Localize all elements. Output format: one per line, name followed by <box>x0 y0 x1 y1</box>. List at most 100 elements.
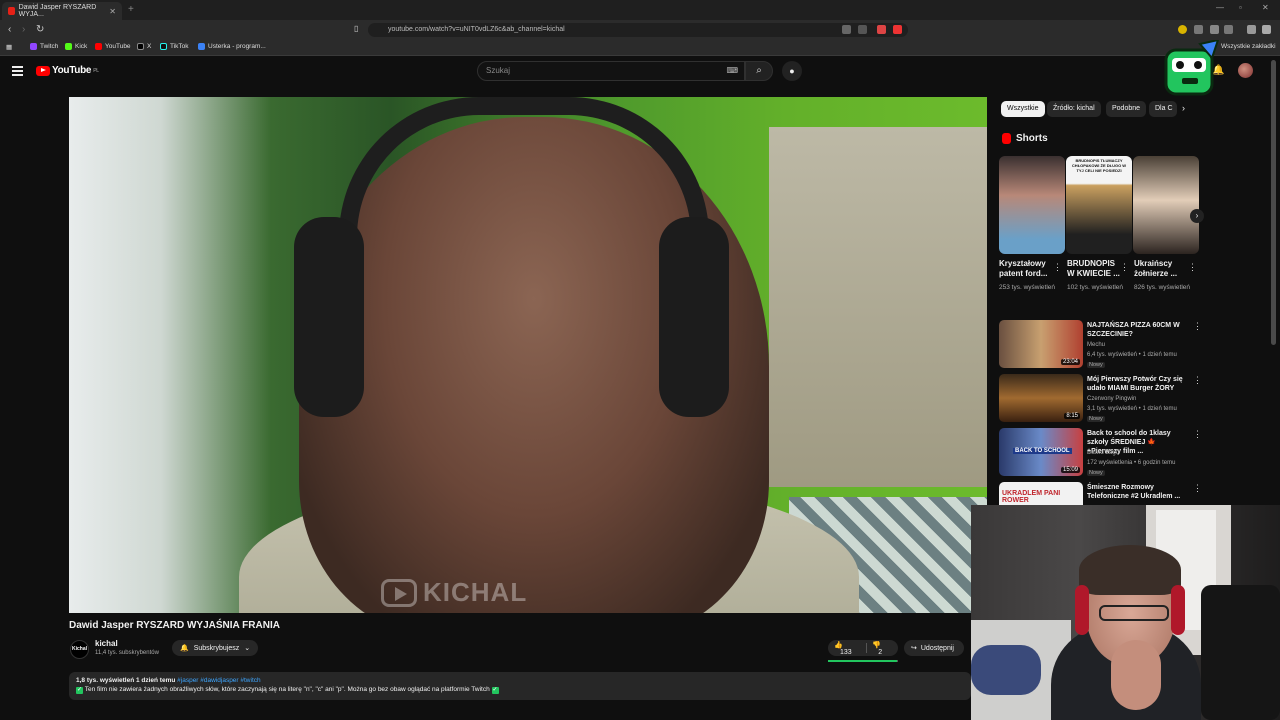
recommended-title[interactable]: Śmieszne Rozmowy Telefoniczne #2 Ukradle… <box>1087 483 1191 501</box>
recommended-title[interactable]: Mój Pierwszy Potwór Czy się udało MIAMI … <box>1087 375 1191 393</box>
menu-icon[interactable] <box>1262 25 1271 34</box>
more-options-icon[interactable]: ⋮ <box>1193 375 1202 386</box>
sidebar-icon[interactable] <box>1224 25 1233 34</box>
bookmark-x[interactable]: X <box>137 43 151 50</box>
recommended-meta: 6,4 tys. wyświetleń • 1 dzień temu <box>1087 352 1177 358</box>
back-icon[interactable]: ‹ <box>8 24 11 35</box>
short-title[interactable]: BRUDNOPIS W KWIECIE ... <box>1067 259 1123 279</box>
chevron-down-icon: ⌄ <box>244 645 251 652</box>
subscribe-button[interactable]: 🔔 Subskrybujesz ⌄ <box>172 640 258 656</box>
logo-text: YouTube <box>52 65 92 76</box>
video-thumbnail[interactable]: 8:15 <box>999 374 1083 422</box>
duration-badge: 15:09 <box>1060 467 1080 473</box>
avatar[interactable] <box>1238 63 1253 78</box>
chip-all[interactable]: Wszystkie <box>1001 101 1045 117</box>
bookmark-twitch[interactable]: Twitch <box>30 43 58 50</box>
extension-icon[interactable] <box>1178 25 1187 34</box>
youtube-favicon-icon <box>8 7 15 15</box>
all-bookmarks-label: Wszystkie zakładki <box>1221 43 1276 50</box>
new-badge: Nowy <box>1087 362 1105 368</box>
cast-icon[interactable] <box>842 25 851 34</box>
bookmark-tiktok[interactable]: TikTok <box>160 43 189 50</box>
recommended-channel[interactable]: Czerwony Pingwin <box>1087 396 1136 402</box>
keyboard-icon[interactable]: ⌨ <box>726 62 738 80</box>
search-input[interactable]: Szukaj ⌨ <box>477 61 745 81</box>
all-bookmarks[interactable]: Wszystkie zakładki <box>1221 43 1276 50</box>
recommended-channel[interactable]: Mechu <box>1087 342 1105 348</box>
video-thumbnail[interactable]: 23:04 <box>999 320 1083 368</box>
chip-similar[interactable]: Podobne <box>1106 101 1147 117</box>
channel-avatar[interactable]: Kichal <box>70 640 89 659</box>
video-thumbnail[interactable]: UKRADLEM PANI ROWER <box>999 482 1083 506</box>
search-button[interactable]: ⌕ <box>745 61 773 81</box>
close-tab-icon[interactable]: ✕ <box>109 7 116 16</box>
extension-icon[interactable] <box>1194 25 1203 34</box>
description-tags[interactable]: #jasper #dawidjasper #twitch <box>177 677 260 684</box>
share-label: Udostępnij <box>920 644 954 652</box>
more-options-icon[interactable]: ⋮ <box>1188 262 1197 273</box>
new-tab-icon[interactable]: + <box>128 4 134 15</box>
forward-icon[interactable]: › <box>22 24 25 35</box>
recommended-channel[interactable]: Dawid Zago <box>1087 450 1119 456</box>
reload-icon[interactable]: ↻ <box>36 24 44 35</box>
short-title[interactable]: Ukraińscy żołnierze ... <box>1134 259 1190 279</box>
bookmark-icon[interactable]: ▯ <box>354 24 358 33</box>
bookmark-label: Kick <box>75 43 88 50</box>
bookmark-kick[interactable]: Kick <box>65 43 87 50</box>
recommended-meta: 172 wyświetlenia • 6 godzin temu <box>1087 460 1176 466</box>
thumb-caption: BACK TO SCHOOL <box>1013 448 1072 454</box>
bookmark-usterka[interactable]: Usterka - program... <box>198 43 266 50</box>
maximize-icon[interactable]: ▫ <box>1239 3 1242 12</box>
channel-name[interactable]: kichal <box>95 639 118 648</box>
hamburger-menu-icon[interactable] <box>12 66 23 78</box>
youtube-header: YouTube PL Szukaj ⌨ ⌕ ● 🔔 <box>0 56 1280 88</box>
browser-tab[interactable]: Dawid Jasper RYSZARD WYJA... ✕ <box>2 2 122 20</box>
share-icon: ↪ <box>911 645 917 652</box>
chevron-right-icon: › <box>1195 211 1199 220</box>
recommended-meta: 3,1 tys. wyświetleń • 1 dzień temu <box>1087 406 1177 412</box>
search-icon: ⌕ <box>756 65 762 76</box>
bookmark-youtube[interactable]: YouTube <box>95 43 131 50</box>
share-button[interactable]: ↪ Udostępnij <box>904 640 964 656</box>
chip-source[interactable]: Źródło: kichal <box>1047 101 1101 117</box>
dislike-button[interactable]: 👎 2 <box>866 641 898 656</box>
shorts-next-button[interactable]: › <box>1190 209 1204 223</box>
brave-shield-icon[interactable] <box>877 25 886 34</box>
webcam-headset-left <box>1075 585 1089 635</box>
close-window-icon[interactable]: ✕ <box>1262 3 1269 12</box>
rewards-icon[interactable] <box>893 25 902 34</box>
webcam-glasses <box>1099 605 1169 621</box>
short-thumbnail[interactable]: BRUDNOPIS TŁUMACZY CHŁOPAKOWI ŻE DŁUGO W… <box>1066 156 1132 254</box>
usterka-icon <box>198 43 205 50</box>
video-player[interactable]: KICHAL <box>69 97 987 613</box>
webcam-blanket <box>971 645 1041 695</box>
like-dislike-group: 👍 133 👎 2 <box>828 640 898 656</box>
youtube-logo[interactable]: YouTube PL <box>36 65 99 76</box>
media-icon[interactable] <box>1247 25 1256 34</box>
like-button[interactable]: 👍 133 <box>828 641 866 656</box>
voice-search-button[interactable]: ● <box>782 61 802 81</box>
more-options-icon[interactable]: ⋮ <box>1053 262 1062 273</box>
description-box[interactable]: 1,8 tys. wyświetleń 1 dzień temu #jasper… <box>69 672 971 700</box>
browser-address-row: ‹ › ↻ ▯ youtube.com/watch?v=uNIT0vdLZ6c&… <box>0 20 1280 40</box>
more-options-icon[interactable]: ⋮ <box>1120 262 1129 273</box>
page-scrollbar[interactable] <box>1271 60 1276 345</box>
more-options-icon[interactable]: ⋮ <box>1193 483 1202 494</box>
duration-badge: 23:04 <box>1060 359 1080 365</box>
short-title[interactable]: Kryształowy patent ford... <box>999 259 1055 279</box>
video-thumbnail[interactable]: BACK TO SCHOOL 15:09 <box>999 428 1083 476</box>
apps-grid-icon[interactable]: ▦ <box>6 43 12 51</box>
minimize-icon[interactable]: — <box>1216 3 1224 12</box>
short-thumbnail[interactable] <box>1133 156 1199 254</box>
youtube-play-icon <box>36 65 50 76</box>
share-page-icon[interactable] <box>858 25 867 34</box>
recommended-title[interactable]: NAJTAŃSZA PIZZA 60CM W SZCZECINIE? <box>1087 321 1191 339</box>
chevron-right-icon[interactable]: › <box>1182 103 1185 113</box>
chip-for-you[interactable]: Dla C <box>1149 101 1177 117</box>
more-options-icon[interactable]: ⋮ <box>1193 429 1202 440</box>
extensions-puzzle-icon[interactable] <box>1210 25 1219 34</box>
short-thumbnail[interactable] <box>999 156 1065 254</box>
more-options-icon[interactable]: ⋮ <box>1193 321 1202 332</box>
search-placeholder: Szukaj <box>486 66 511 75</box>
url-field[interactable]: youtube.com/watch?v=uNIT0vdLZ6c&ab_chann… <box>368 23 908 37</box>
